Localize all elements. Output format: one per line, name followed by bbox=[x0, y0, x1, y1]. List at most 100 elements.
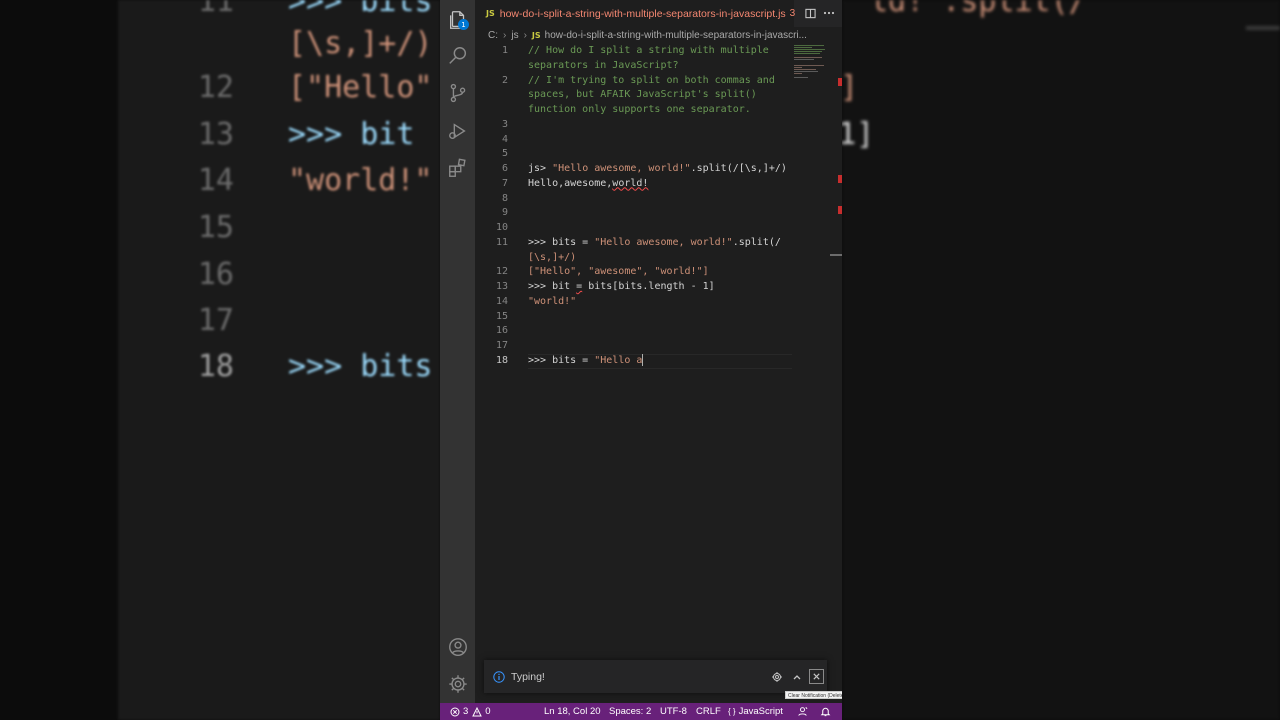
code-token: .split(/ bbox=[732, 237, 781, 248]
editor-tab[interactable]: JS how-do-i-split-a-string-with-multiple… bbox=[475, 0, 796, 27]
minimap-line bbox=[794, 67, 802, 68]
code-token: bits[bits.length - 1] bbox=[582, 281, 715, 292]
javascript-file-icon: JS bbox=[531, 31, 541, 40]
code-line-active: >>> bits = "Hello a bbox=[528, 354, 644, 369]
chevron-up-icon[interactable] bbox=[789, 669, 804, 684]
info-icon bbox=[493, 670, 505, 683]
code-line-wrap: spaces, but AFAIK JavaScript's split() bbox=[528, 89, 757, 101]
close-notification-tooltip: Clear Notification (Delete) bbox=[785, 691, 842, 699]
code-token: js> bbox=[528, 163, 553, 174]
code-line-wrap: function only supports one separator. bbox=[528, 104, 751, 115]
code-string: "Hello awesome, world!" bbox=[552, 163, 691, 174]
line-number: 4 bbox=[501, 133, 508, 145]
minimap-line bbox=[794, 57, 822, 58]
minimap-line bbox=[794, 47, 812, 48]
code-editor[interactable]: // How do I split a string with multiple… bbox=[528, 44, 794, 644]
accounts-icon[interactable] bbox=[445, 634, 470, 659]
line-number: 12 bbox=[495, 266, 508, 277]
bg-line-number: 16 bbox=[197, 257, 234, 292]
line-number: 17 bbox=[495, 340, 508, 351]
error-marker bbox=[838, 78, 842, 86]
code-line: // How do I split a string with multiple bbox=[528, 45, 769, 56]
code-token: >>> bit bbox=[528, 281, 577, 292]
code-string: "Hello awesome, world!" bbox=[594, 237, 733, 248]
line-number: 7 bbox=[501, 177, 508, 189]
notification-message: Typing! bbox=[511, 670, 545, 683]
tab-title: how-do-i-split-a-string-with-multiple-se… bbox=[499, 7, 786, 20]
line-number: 11 bbox=[495, 237, 508, 248]
line-number: 14 bbox=[495, 295, 508, 307]
problems-indicator[interactable]: 3 0 bbox=[450, 703, 491, 720]
extensions-icon[interactable] bbox=[445, 155, 470, 180]
code-line: "world!" bbox=[528, 295, 577, 307]
bg-line-number: 18 bbox=[197, 349, 234, 384]
editor-window: 1 JS how-do-i-split-a-string-with-multip… bbox=[440, 0, 842, 720]
bg-line-number: 12 bbox=[197, 70, 234, 105]
settings-gear-icon[interactable] bbox=[445, 671, 470, 696]
bg-code-line: >>> bits bbox=[288, 349, 433, 384]
code-line: Hello,awesome,world! bbox=[528, 177, 648, 192]
line-number: 10 bbox=[495, 222, 508, 233]
breadcrumb-folder[interactable]: js bbox=[511, 30, 518, 41]
chevron-right-icon: › bbox=[503, 30, 507, 41]
bg-code-line: >>> bits bbox=[288, 0, 433, 19]
notification-settings-gear-icon[interactable] bbox=[769, 669, 784, 684]
bg-line-number: 15 bbox=[197, 210, 234, 245]
line-number: 1 bbox=[501, 45, 508, 56]
minimap-line bbox=[794, 77, 808, 78]
error-count: 3 bbox=[463, 706, 469, 717]
line-number-gutter: 1 2 3 4 5 6 7 8 9 10 11 12 13 14 15 16 1… bbox=[475, 44, 525, 644]
status-bar: 3 0 Ln 18, Col 20 Spaces: 2 UTF-8 CRLF {… bbox=[440, 703, 842, 720]
bg-line-number: 13 bbox=[197, 117, 234, 152]
cursor-position-marker bbox=[830, 254, 842, 256]
tab-problem-count: 3 bbox=[789, 8, 796, 19]
code-token: >>> bits = bbox=[528, 355, 595, 366]
more-actions-icon[interactable] bbox=[822, 6, 836, 20]
language-label: JavaScript bbox=[738, 706, 783, 717]
vertical-scrollbar[interactable] bbox=[830, 44, 842, 654]
background-blur-right: ld!".split(/ "] - 1] bbox=[842, 0, 1280, 720]
line-number: 5 bbox=[501, 148, 508, 159]
chevron-right-icon: › bbox=[523, 30, 527, 41]
cursor-position[interactable]: Ln 18, Col 20 bbox=[544, 703, 601, 720]
code-line: js> "Hello awesome, world!".split(/[\s,]… bbox=[528, 162, 787, 177]
bg-line-number: 11 bbox=[197, 0, 234, 19]
code-string: "Hello a bbox=[594, 355, 643, 366]
bg-code-line: ld!".split(/ bbox=[870, 0, 1087, 19]
run-debug-icon[interactable] bbox=[445, 118, 470, 143]
encoding-setting[interactable]: UTF-8 bbox=[660, 703, 687, 720]
braces-icon: { } bbox=[728, 707, 736, 716]
source-control-icon[interactable] bbox=[445, 80, 470, 105]
minimap-line bbox=[794, 45, 824, 46]
line-number: 15 bbox=[495, 310, 508, 322]
bg-code-line: - 1] bbox=[842, 117, 875, 152]
minimap-line bbox=[794, 73, 802, 74]
eol-setting[interactable]: CRLF bbox=[696, 703, 721, 720]
bg-line-number: 14 bbox=[197, 163, 234, 198]
split-editor-icon[interactable] bbox=[803, 6, 817, 20]
bg-code-line: [\s,]+/) bbox=[288, 26, 433, 61]
notifications-bell-icon[interactable] bbox=[820, 703, 831, 720]
minimap-line bbox=[794, 51, 822, 52]
error-icon bbox=[450, 707, 460, 716]
bg-code-line: "world!" bbox=[288, 163, 433, 198]
error-marker bbox=[838, 206, 842, 214]
close-notification-icon[interactable] bbox=[809, 669, 824, 684]
feedback-icon[interactable] bbox=[797, 703, 808, 720]
minimap-line bbox=[794, 71, 818, 72]
bg-line-number: 17 bbox=[197, 303, 234, 338]
bg-code-line: "] bbox=[842, 70, 858, 105]
minimap-line bbox=[794, 69, 816, 70]
search-icon[interactable] bbox=[445, 43, 470, 68]
tab-bar: JS how-do-i-split-a-string-with-multiple… bbox=[475, 0, 842, 27]
breadcrumb-file[interactable]: how-do-i-split-a-string-with-multiple-se… bbox=[545, 30, 807, 41]
minimap[interactable] bbox=[794, 44, 830, 84]
language-mode[interactable]: { } JavaScript bbox=[728, 703, 783, 720]
javascript-file-icon: JS bbox=[486, 9, 495, 18]
line-number: 9 bbox=[501, 207, 508, 218]
breadcrumb-drive[interactable]: C: bbox=[488, 30, 498, 41]
minimap-line bbox=[794, 49, 825, 50]
indentation-setting[interactable]: Spaces: 2 bbox=[609, 703, 651, 720]
bg-code-line: >>> bit bbox=[288, 117, 415, 152]
code-token: Hello,awesome, bbox=[528, 177, 613, 189]
